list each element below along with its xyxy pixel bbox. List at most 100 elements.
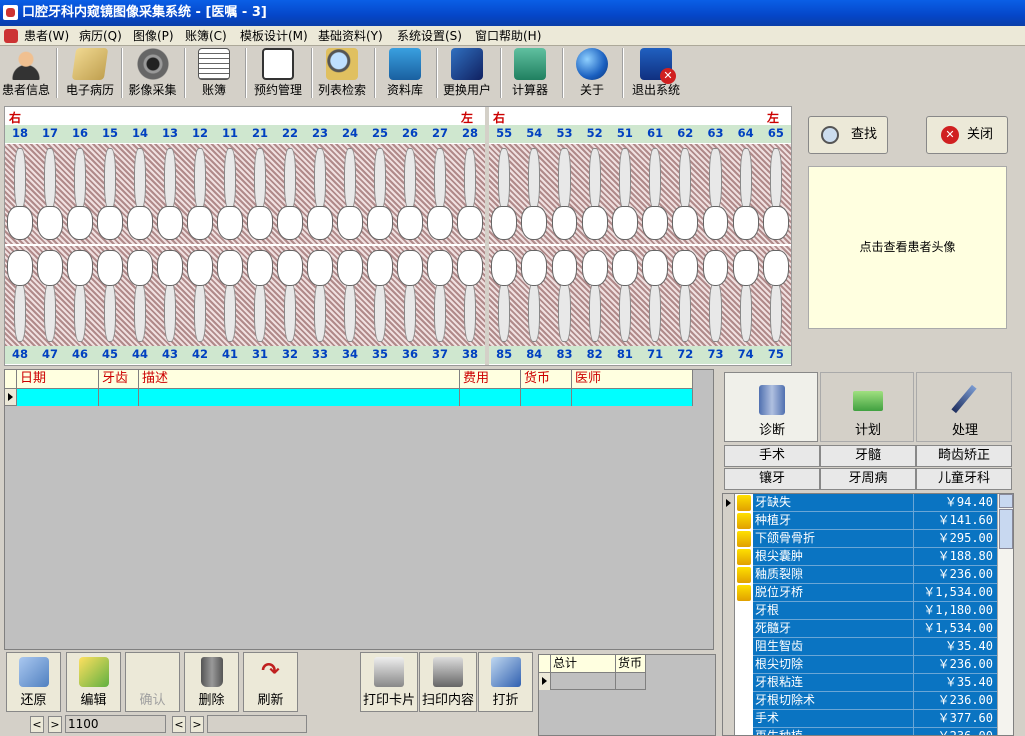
tooth[interactable] [702,206,729,240]
tooth[interactable] [642,250,669,286]
tooth-number[interactable]: 25 [365,126,395,140]
list-item[interactable]: 牙根粘连 ￥35.40 [723,674,997,692]
tab-treatment[interactable]: 处理 [916,372,1012,442]
tooth-number[interactable]: 74 [731,347,761,361]
toolbar-exit[interactable]: ✕ 退出系统 [628,46,684,100]
tooth-number[interactable]: 48 [5,347,35,361]
undo-button[interactable]: 还原 [6,652,61,712]
toolbar-list-search[interactable]: 列表检索 [315,46,369,100]
tooth-number[interactable]: 46 [65,347,95,361]
tooth-number[interactable]: 16 [65,126,95,140]
tooth[interactable] [7,206,33,240]
tooth-number[interactable]: 28 [455,126,485,140]
menu-ledger[interactable]: 账簿(C) [185,28,227,44]
tooth[interactable] [581,206,608,240]
scroll-thumb[interactable] [999,509,1013,549]
tooth[interactable] [157,206,183,240]
tooth-number[interactable]: 34 [335,347,365,361]
print-card-button[interactable]: 打印卡片 [360,652,418,712]
tooth[interactable] [67,206,93,240]
tooth-number[interactable]: 47 [35,347,65,361]
tooth[interactable] [672,250,699,286]
list-item[interactable]: 根尖切除 ￥236.00 [723,656,997,674]
table-cell[interactable] [616,673,646,690]
tooth-number[interactable]: 12 [185,126,215,140]
toolbar-calculator[interactable]: 计算器 [506,46,554,100]
table-cell[interactable] [460,389,521,406]
tooth[interactable] [277,206,303,240]
tooth[interactable] [397,206,423,240]
next-page-button[interactable]: > [48,716,62,733]
column-header-fee[interactable]: 费用 [460,370,521,389]
table-cell[interactable] [17,389,99,406]
tooth[interactable] [491,250,518,286]
print-content-button[interactable]: 扫印内容 [419,652,477,712]
tooth-number[interactable]: 24 [335,126,365,140]
prev-page-button-2[interactable]: < [172,716,186,733]
tooth-number[interactable]: 23 [305,126,335,140]
tooth[interactable] [427,206,453,240]
tooth[interactable] [277,250,303,286]
menu-template[interactable]: 模板设计(M) [240,28,308,44]
toolbar-appointment[interactable]: 预约管理 [251,46,305,100]
tooth[interactable] [337,206,363,240]
menu-app-icon[interactable] [4,29,18,43]
tooth-number[interactable]: 36 [395,347,425,361]
list-item[interactable]: 牙根 ￥1,180.00 [723,602,997,620]
list-item[interactable]: 牙缺失 ￥94.40 [723,494,997,512]
tooth-number[interactable]: 18 [5,126,35,140]
close-button[interactable]: ✕ 关闭 [926,116,1008,154]
toolbar-emr[interactable]: 电子病历 [62,46,118,100]
menu-record[interactable]: 病历(Q) [79,28,122,44]
tooth-number[interactable]: 43 [155,347,185,361]
tooth[interactable] [7,250,33,286]
tooth[interactable] [367,206,393,240]
toolbar-image-capture[interactable]: 影像采集 [125,46,180,100]
subcat-pediatric[interactable]: 儿童牙科 [916,468,1012,490]
tooth[interactable] [672,206,699,240]
tooth[interactable] [521,250,548,286]
record-number-field[interactable]: 1100 [65,715,166,733]
toolbar-about[interactable]: 关于 [568,46,616,100]
tooth[interactable] [762,250,789,286]
table-cell[interactable] [521,389,572,406]
tooth[interactable] [611,250,638,286]
confirm-button[interactable]: 确认 [125,652,180,712]
list-item[interactable]: 阻生智齿 ￥35.40 [723,638,997,656]
column-header-total[interactable]: 总计 [551,655,616,673]
tooth-number[interactable]: 73 [700,347,730,361]
tooth[interactable] [37,250,63,286]
list-item[interactable]: 下颌骨骨折 ￥295.00 [723,530,997,548]
tooth[interactable] [427,250,453,286]
tooth[interactable] [247,250,273,286]
tooth-number[interactable]: 71 [640,347,670,361]
tooth-number[interactable]: 38 [455,347,485,361]
record-number-field-2[interactable] [207,715,307,733]
tooth-number[interactable]: 42 [185,347,215,361]
upper-teeth-image[interactable] [5,144,485,244]
table-cell[interactable] [572,389,693,406]
refresh-button[interactable]: ↷ 刷新 [243,652,298,712]
toolbar-database[interactable]: 资料库 [380,46,430,100]
tooth-number[interactable]: 82 [580,347,610,361]
tooth-number[interactable]: 31 [245,347,275,361]
tooth-number[interactable]: 84 [519,347,549,361]
column-header-date[interactable]: 日期 [17,370,99,389]
tooth[interactable] [611,206,638,240]
patient-photo-panel[interactable]: 点击查看患者头像 [808,166,1007,329]
tooth[interactable] [127,250,153,286]
list-scrollbar[interactable] [997,494,1013,735]
tooth-number[interactable]: 35 [365,347,395,361]
column-header-description[interactable]: 描述 [139,370,460,389]
tooth[interactable] [127,206,153,240]
tooth-number[interactable]: 13 [155,126,185,140]
tab-diagnosis[interactable]: 诊断 [724,372,818,442]
column-header-currency[interactable]: 货币 [521,370,572,389]
tooth[interactable] [491,206,518,240]
tooth-number[interactable]: 55 [489,126,519,140]
menu-settings[interactable]: 系统设置(S) [397,28,462,44]
tooth[interactable] [551,250,578,286]
subcat-pulp[interactable]: 牙髓 [820,445,916,467]
tooth-number[interactable]: 54 [519,126,549,140]
primary-lower-teeth-image[interactable] [489,246,791,346]
